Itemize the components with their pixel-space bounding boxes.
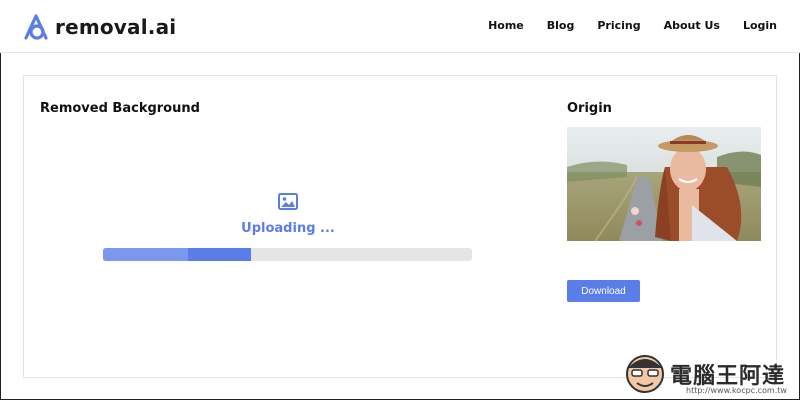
kocpc-watermark: 電腦王阿達 http://www.kocpc.com.tw <box>622 348 792 398</box>
watermark-url: http://www.kocpc.com.tw <box>686 386 787 395</box>
mascot-icon <box>626 355 664 393</box>
download-button[interactable]: Download <box>567 280 640 302</box>
main-nav: Home Blog Pricing About Us Login <box>488 19 777 32</box>
progress-fill-highlight <box>103 248 188 261</box>
origin-image <box>567 127 761 241</box>
nav-about-us[interactable]: About Us <box>664 19 720 32</box>
logo-text: removal.ai <box>55 15 177 39</box>
site-header: removal.ai Home Blog Pricing About Us Lo… <box>0 0 800 53</box>
nav-blog[interactable]: Blog <box>547 19 575 32</box>
origin-title: Origin <box>567 101 612 116</box>
nav-login[interactable]: Login <box>743 19 777 32</box>
logo[interactable]: removal.ai <box>22 12 176 42</box>
result-card: Removed Background Uploading ... Origin <box>23 75 777 378</box>
removed-background-title: Removed Background <box>40 101 200 116</box>
image-icon <box>278 193 298 210</box>
upload-status: Uploading ... <box>241 221 335 236</box>
removal-ai-logo-icon <box>24 14 48 40</box>
nav-pricing[interactable]: Pricing <box>597 19 640 32</box>
upload-progress-bar <box>103 248 472 261</box>
nav-home[interactable]: Home <box>488 19 524 32</box>
